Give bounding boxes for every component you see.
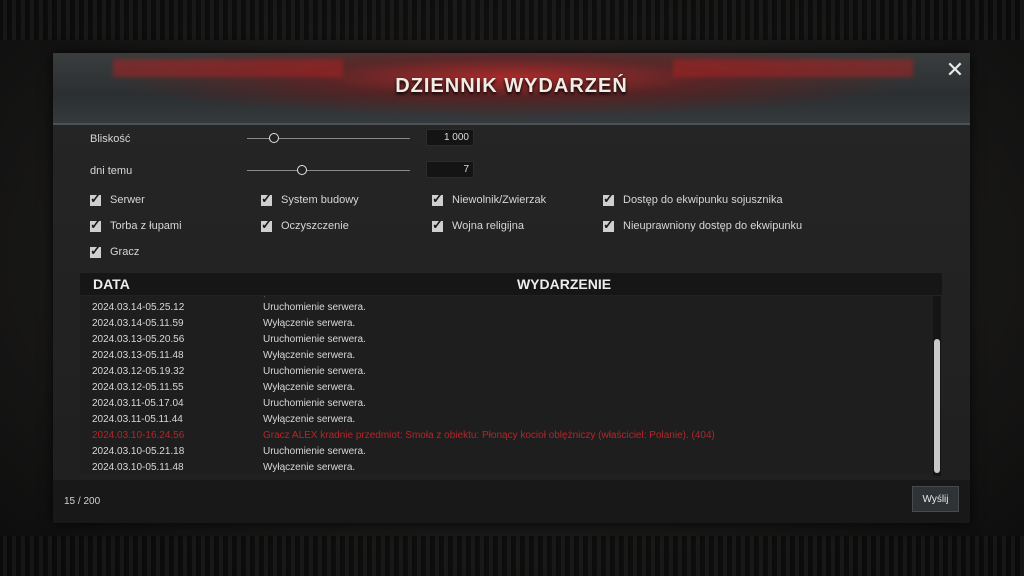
bottom-grunge-border xyxy=(0,536,1024,576)
table-row: 2024.03.14-05.11.59 Wyłączenie serwera. xyxy=(80,316,940,332)
table-row: 2024.03.13-05.11.48 Wyłączenie serwera. xyxy=(80,348,940,364)
checkbox-religious-war[interactable]: Wojna religijna xyxy=(432,217,524,234)
row-event: Uruchomienie serwera. xyxy=(263,334,366,345)
table-row: 2024.03.11-05.17.04 Uruchomienie serwera… xyxy=(80,396,940,412)
checkbox-label: Wojna religijna xyxy=(452,220,524,232)
days-label: dni temu xyxy=(90,165,133,177)
row-date: 2024.03.11-05.11.44 xyxy=(92,414,183,425)
checkbox-icon[interactable] xyxy=(261,217,272,233)
table-row-highlighted: 2024.03.10-16.24.56 Gracz ALEX kradnie p… xyxy=(80,428,940,444)
entry-count: 15 / 200 xyxy=(64,496,101,507)
event-list: , 2024.03.14-05.25.12 Uruchomienie serwe… xyxy=(80,296,940,474)
row-date: 2024.03.10-05.11.48 xyxy=(92,462,184,473)
checkbox-label: Nieuprawniony dostęp do ekwipunku xyxy=(623,220,803,232)
checkbox-player[interactable]: Gracz xyxy=(90,243,140,260)
proximity-label: Bliskość xyxy=(90,133,131,145)
top-grunge-border xyxy=(0,0,1024,40)
checkbox-icon[interactable] xyxy=(432,217,443,233)
send-button[interactable]: Wyślij xyxy=(912,486,959,512)
checkbox-purge[interactable]: Oczyszczenie xyxy=(261,217,349,234)
checkbox-ally-inventory-access[interactable]: Dostęp do ekwipunku sojusznika xyxy=(603,191,783,208)
checkbox-server[interactable]: Serwer xyxy=(90,191,145,208)
table-row: 2024.03.10-05.11.48 Wyłączenie serwera. xyxy=(80,460,940,474)
checkbox-label: Oczyszczenie xyxy=(281,220,349,232)
row-event: Wyłączenie serwera. xyxy=(263,414,356,425)
row-date: 2024.03.12-05.11.55 xyxy=(92,382,184,393)
row-date: 2024.03.14-05.25.12 xyxy=(92,302,185,313)
proximity-filter: Bliskość 1 000 xyxy=(90,129,474,149)
row-event: Uruchomienie serwera. xyxy=(263,302,366,313)
checkbox-icon[interactable] xyxy=(90,217,101,233)
table-row: 2024.03.14-05.25.12 Uruchomienie serwera… xyxy=(80,300,940,316)
event-log-window: DZIENNIK WYDARZEŃ ✕ Bliskość 1 000 dni t… xyxy=(53,53,970,523)
table-row: 2024.03.13-05.20.56 Uruchomienie serwera… xyxy=(80,332,940,348)
days-filter: dni temu 7 xyxy=(90,161,474,181)
window-footer: 15 / 200 Wyślij xyxy=(53,480,970,523)
checkbox-label: Dostęp do ekwipunku sojusznika xyxy=(623,194,783,206)
row-event: Wyłączenie serwera. xyxy=(263,462,356,473)
checkbox-icon[interactable] xyxy=(603,217,614,233)
column-header-event: WYDARZENIE xyxy=(516,276,612,292)
checkbox-label: Torba z łupami xyxy=(110,220,182,232)
table-row: 2024.03.11-05.11.44 Wyłączenie serwera. xyxy=(80,412,940,428)
days-slider-handle[interactable] xyxy=(297,165,307,175)
checkbox-icon[interactable] xyxy=(90,243,101,259)
row-date: 2024.03.13-05.11.48 xyxy=(92,350,184,361)
table-header: DATA WYDARZENIE xyxy=(80,273,942,295)
days-slider-track[interactable] xyxy=(247,170,410,171)
row-event: Uruchomienie serwera. xyxy=(263,398,366,409)
row-event: Wyłączenie serwera. xyxy=(263,350,356,361)
row-event: Uruchomienie serwera. xyxy=(263,446,366,457)
table-row: 2024.03.12-05.11.55 Wyłączenie serwera. xyxy=(80,380,940,396)
checkbox-label: System budowy xyxy=(281,194,359,206)
window-title: DZIENNIK WYDARZEŃ xyxy=(395,75,628,97)
row-date: 2024.03.13-05.20.56 xyxy=(92,334,185,345)
row-date: 2024.03.14-05.11.59 xyxy=(92,318,184,329)
checkbox-icon[interactable] xyxy=(261,191,272,207)
checkbox-icon[interactable] xyxy=(90,191,101,207)
row-date: 2024.03.10-16.24.56 xyxy=(92,430,185,441)
row-event: Gracz ALEX kradnie przedmiot: Smoła z ob… xyxy=(263,430,715,441)
checkbox-thrall-pet[interactable]: Niewolnik/Zwierzak xyxy=(432,191,547,208)
row-event: Wyłączenie serwera. xyxy=(263,382,356,393)
checkbox-label: Niewolnik/Zwierzak xyxy=(452,194,547,206)
table-row: 2024.03.10-05.21.18 Uruchomienie serwera… xyxy=(80,444,940,460)
close-icon[interactable]: ✕ xyxy=(943,59,967,81)
checkbox-icon[interactable] xyxy=(432,191,443,207)
proximity-value-field[interactable]: 1 000 xyxy=(426,129,474,146)
scrollbar-thumb[interactable] xyxy=(934,339,940,473)
row-date: 2024.03.11-05.17.04 xyxy=(92,398,184,409)
proximity-slider-handle[interactable] xyxy=(269,133,279,143)
row-event: Uruchomienie serwera. xyxy=(263,366,366,377)
checkbox-icon[interactable] xyxy=(603,191,614,207)
checkbox-loot-bag[interactable]: Torba z łupami xyxy=(90,217,182,234)
checkbox-label: Gracz xyxy=(110,246,140,258)
checkbox-unauthorized-inventory-access[interactable]: Nieuprawniony dostęp do ekwipunku xyxy=(603,217,803,234)
row-date: 2024.03.12-05.19.32 xyxy=(92,366,185,377)
row-date: 2024.03.10-05.21.18 xyxy=(92,446,185,457)
checkbox-label: Serwer xyxy=(110,194,145,206)
checkbox-building-system[interactable]: System budowy xyxy=(261,191,359,208)
row-event: Wyłączenie serwera. xyxy=(263,318,356,329)
table-row: 2024.03.12-05.19.32 Uruchomienie serwera… xyxy=(80,364,940,380)
window-header: DZIENNIK WYDARZEŃ ✕ xyxy=(53,53,970,125)
days-value-field[interactable]: 7 xyxy=(426,161,474,178)
